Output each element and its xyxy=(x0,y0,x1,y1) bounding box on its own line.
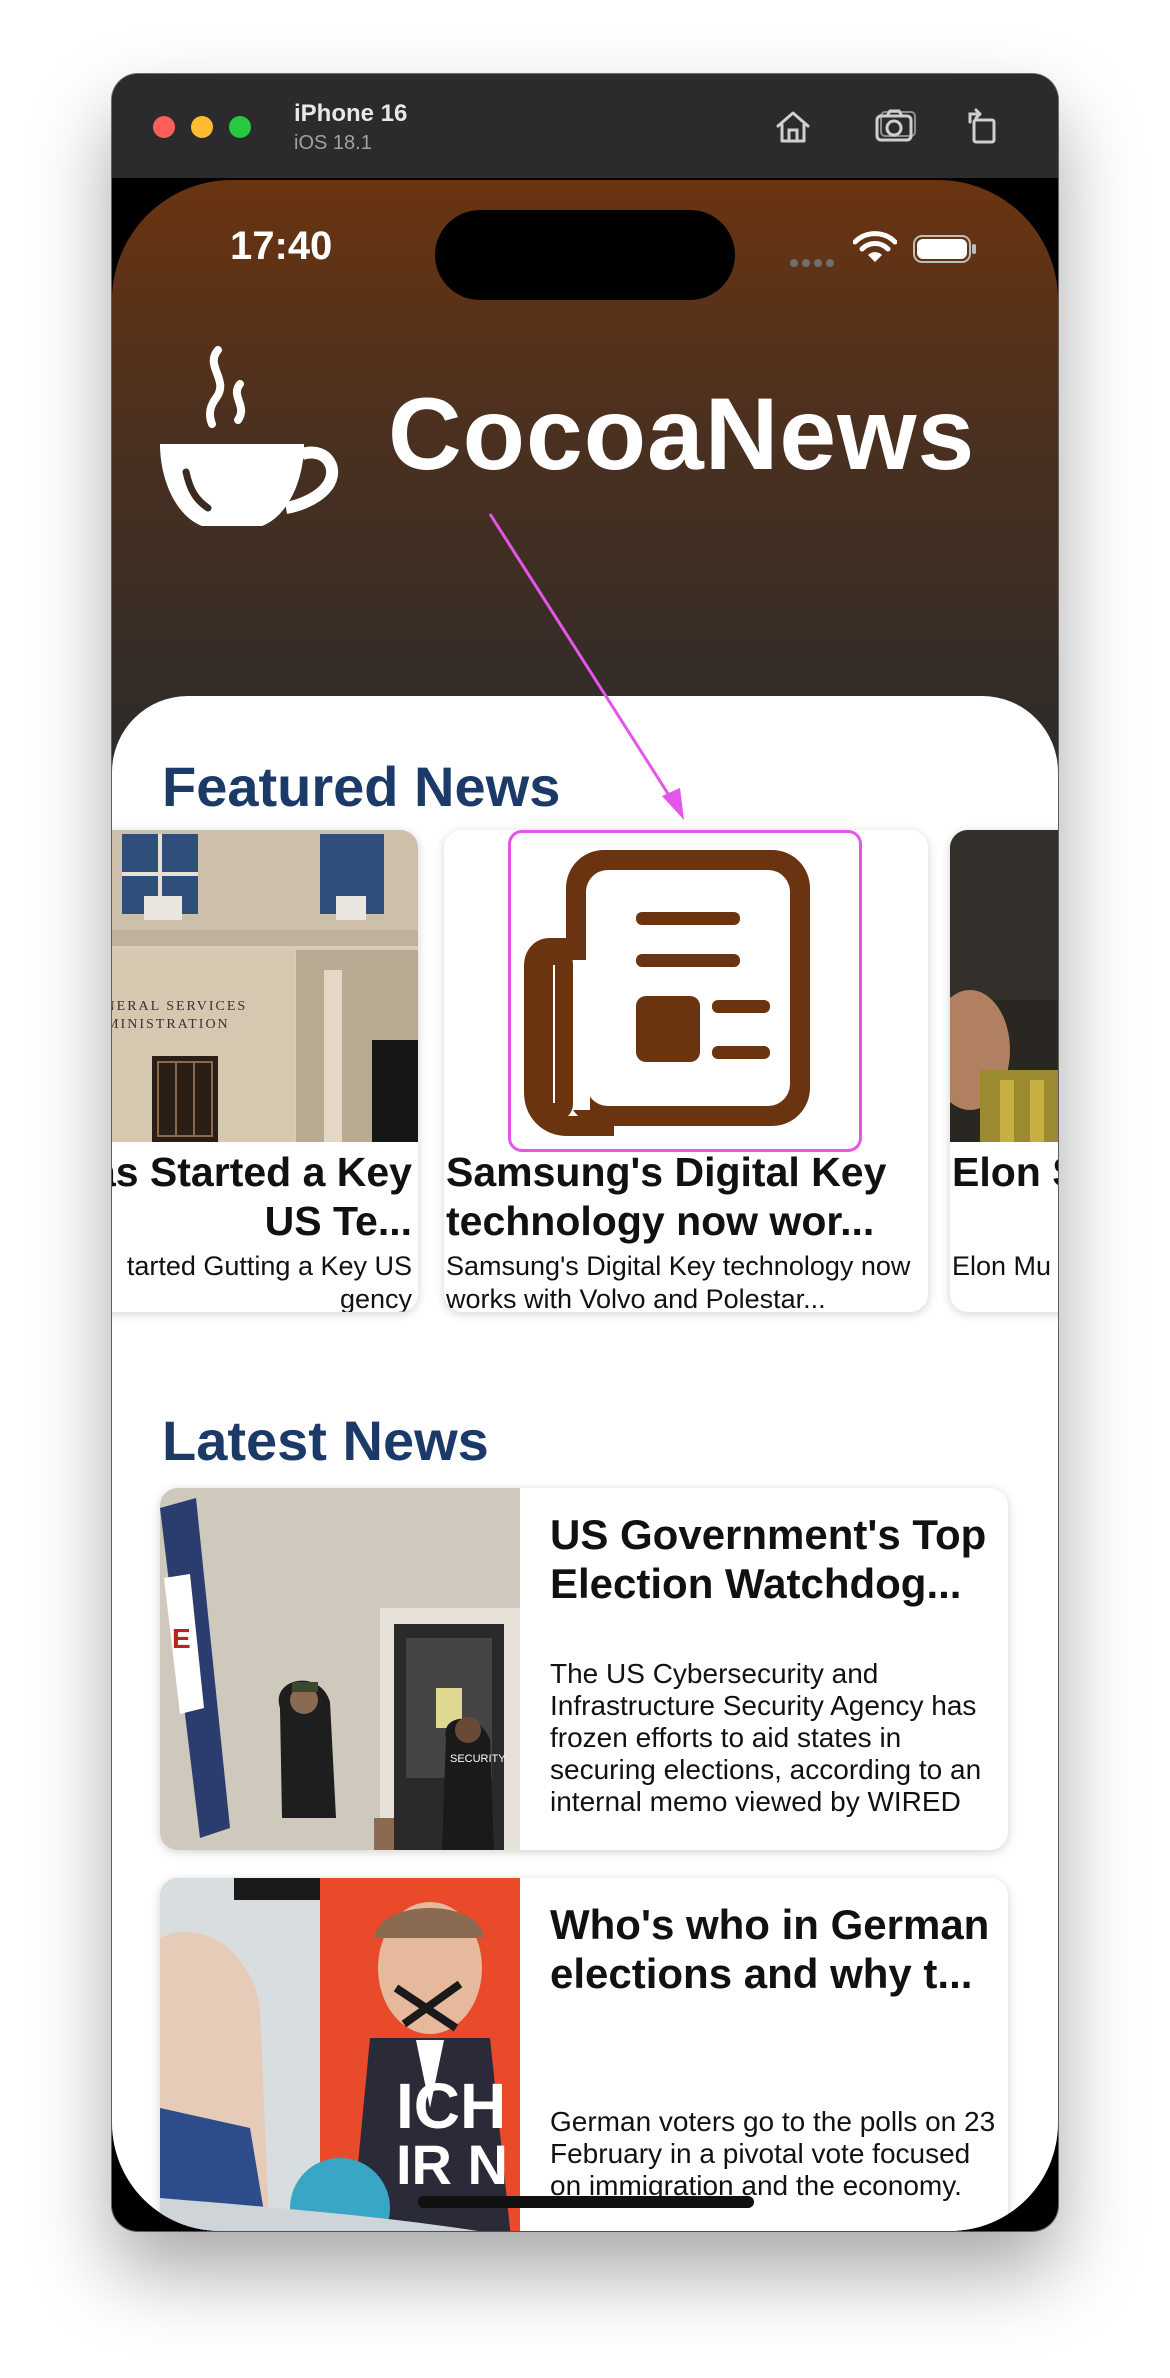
dynamic-island xyxy=(435,210,735,300)
latest-card-headline: US Government's Top Election Watchdog... xyxy=(550,1511,987,1607)
highlight-box xyxy=(508,830,862,1152)
svg-text:DMINISTRATION: DMINISTRATION xyxy=(112,1017,230,1032)
simulator-window: iPhone 16 iOS 18.1 17:40 CocoaNews Featu… xyxy=(112,74,1058,2231)
zoom-window-button[interactable] xyxy=(229,116,251,138)
featured-card-headline: Samsung's Digital Key technology now wor… xyxy=(446,1149,887,1244)
home-indicator[interactable] xyxy=(418,2196,754,2208)
featured-news-title: Featured News xyxy=(162,755,561,818)
latest-card-german-elections[interactable]: ICH IR N ews Who's who in German electio… xyxy=(160,1878,1008,2231)
latest-card-image: ICH IR N ews xyxy=(160,1878,520,2231)
svg-text:E: E xyxy=(172,1623,191,1654)
screenshot-icon[interactable] xyxy=(872,104,918,150)
svg-text:IR N: IR N xyxy=(396,2133,508,2196)
featured-card-summary: tarted Gutting a Key US gency xyxy=(126,1251,412,1312)
simulator-titlebar: iPhone 16 iOS 18.1 xyxy=(112,74,1058,178)
status-time: 17:40 xyxy=(230,224,333,268)
phone-screen: 17:40 CocoaNews Featured News ERAL SERVI… xyxy=(112,180,1058,2231)
latest-card-summary: The US Cybersecurity and Infrastructure … xyxy=(550,1658,982,1817)
cellular-signal-icon xyxy=(790,254,838,267)
featured-card-headline: Elon Staff xyxy=(952,1149,1058,1195)
latest-card-summary: German voters go to the polls on 23 Febr… xyxy=(550,2106,996,2201)
latest-card-election-watchdog[interactable]: E SECURITY US Government's Top Election … xyxy=(160,1488,1008,1850)
minimize-window-button[interactable] xyxy=(191,116,213,138)
featured-card-image: ENERAL SERVICES DMINISTRATION xyxy=(112,830,418,1142)
featured-card-gsa[interactable]: ENERAL SERVICES DMINISTRATION as Started… xyxy=(112,830,418,1312)
rotate-icon[interactable] xyxy=(960,104,1006,150)
battery-icon xyxy=(913,235,976,263)
device-name: iPhone 16 xyxy=(294,100,408,127)
home-icon[interactable] xyxy=(770,104,816,150)
featured-card-headline: as Started a Key US Te... xyxy=(112,1149,412,1244)
wifi-icon xyxy=(853,231,897,262)
svg-text:ENERAL SERVICES: ENERAL SERVICES xyxy=(112,999,247,1014)
app-title: CocoaNews xyxy=(388,377,976,491)
featured-card-image xyxy=(950,830,1058,1142)
close-window-button[interactable] xyxy=(153,116,175,138)
latest-card-headline: Who's who in German elections and why t.… xyxy=(550,1901,990,1997)
featured-card-summary: Samsung's Digital Key technology now wor… xyxy=(446,1251,911,1312)
content-panel: Featured News ENERAL SE xyxy=(112,696,1058,2231)
coffee-cup-icon xyxy=(160,346,339,526)
news-watermark-text: ews xyxy=(164,2222,206,2231)
svg-text:ICH: ICH xyxy=(396,2070,506,2142)
latest-card-image: E SECURITY xyxy=(160,1488,520,1850)
device-os-version: iOS 18.1 xyxy=(294,132,372,154)
featured-card-summary: Elon Mu the Futu xyxy=(952,1251,1058,1281)
latest-news-title: Latest News xyxy=(162,1409,489,1472)
security-label: SECURITY xyxy=(450,1753,506,1765)
featured-card-elon[interactable]: Elon Staff Elon Mu the Futu xyxy=(950,830,1058,1312)
